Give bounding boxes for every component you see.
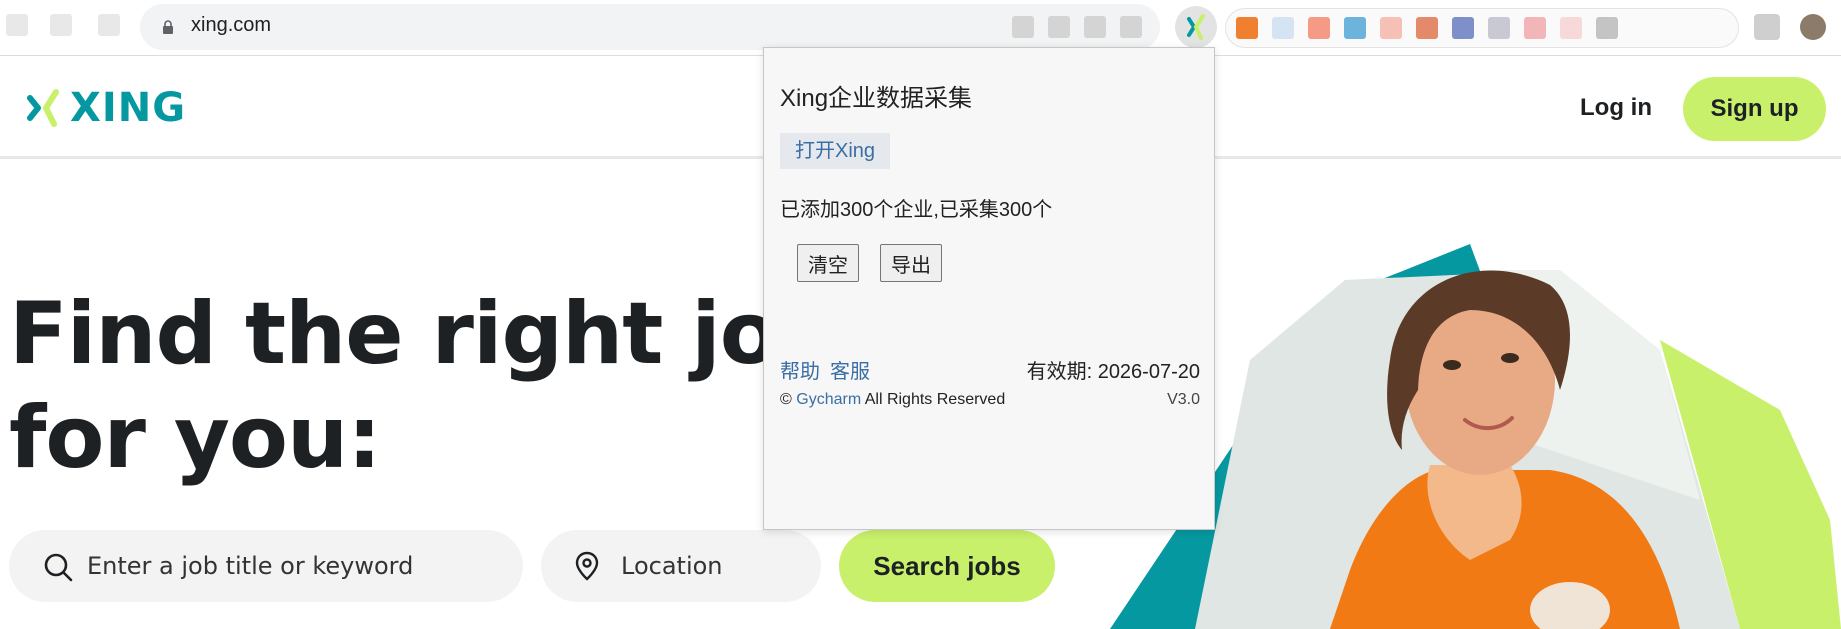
address-bar[interactable]: xing.com: [140, 4, 1160, 50]
extension-icon[interactable]: [1380, 17, 1402, 39]
brand-link[interactable]: Gycharm: [796, 391, 861, 408]
expiry-date: 有效期: 2026-07-20: [1026, 361, 1200, 383]
extension-icon[interactable]: [1596, 17, 1618, 39]
customer-service-link[interactable]: 客服: [830, 355, 870, 384]
forward-button[interactable]: [50, 14, 72, 36]
copyright-line: © Gycharm All Rights Reserved: [780, 391, 1005, 409]
reload-button[interactable]: [98, 14, 120, 36]
login-link[interactable]: Log in: [1580, 94, 1652, 122]
job-search-field[interactable]: [9, 530, 523, 602]
clear-button[interactable]: 清空: [797, 244, 859, 282]
extension-icon[interactable]: [1236, 17, 1258, 39]
xing-logo-icon: [27, 89, 59, 127]
omnibox-action-icon[interactable]: [1048, 16, 1070, 38]
location-input[interactable]: [621, 550, 801, 582]
extension-icon[interactable]: [1452, 17, 1474, 39]
back-button[interactable]: [6, 14, 28, 36]
help-link[interactable]: 帮助: [780, 355, 820, 384]
logo-text: XING: [70, 85, 187, 131]
extension-popup: Xing企业数据采集 打开Xing 已添加300个企业,已采集300个 清空 导…: [763, 47, 1215, 530]
copyright-symbol: ©: [780, 391, 792, 408]
extension-icon[interactable]: [1272, 17, 1294, 39]
url-text[interactable]: xing.com: [191, 14, 271, 37]
xing-logo[interactable]: XING: [26, 85, 187, 131]
rights-text: All Rights Reserved: [864, 391, 1006, 408]
xing-extension-icon: [1187, 14, 1205, 40]
location-field[interactable]: [541, 530, 821, 602]
location-pin-icon: [575, 551, 599, 581]
omnibox-actions: [1012, 16, 1142, 38]
extension-icon[interactable]: [1308, 17, 1330, 39]
extension-icon[interactable]: [1344, 17, 1366, 39]
extension-icon[interactable]: [1488, 17, 1510, 39]
open-xing-button[interactable]: 打开Xing: [780, 133, 891, 169]
export-button[interactable]: 导出: [880, 244, 942, 282]
collection-status: 已添加300个企业,已采集300个: [780, 199, 1053, 221]
search-icon: [44, 553, 73, 582]
job-search-input[interactable]: [87, 550, 507, 582]
search-jobs-button[interactable]: Search jobs: [839, 530, 1055, 602]
version-label: V3.0: [1167, 391, 1200, 408]
omnibox-action-icon[interactable]: [1120, 16, 1142, 38]
xing-extension-button[interactable]: [1175, 6, 1217, 48]
extensions-bar: [1225, 8, 1739, 48]
omnibox-action-icon[interactable]: [1084, 16, 1106, 38]
extensions-menu-icon[interactable]: [1754, 14, 1780, 40]
extension-icon[interactable]: [1524, 17, 1546, 39]
hero-title-line: Find the right job: [9, 284, 839, 384]
extension-icon[interactable]: [1560, 17, 1582, 39]
lock-icon[interactable]: [162, 20, 174, 34]
popup-title: Xing企业数据采集: [780, 85, 973, 112]
signup-button[interactable]: Sign up: [1683, 77, 1826, 141]
hero-title: Find the right job for you:: [9, 282, 839, 490]
omnibox-action-icon[interactable]: [1012, 16, 1034, 38]
extension-icon[interactable]: [1416, 17, 1438, 39]
hero-title-line: for you:: [9, 388, 382, 488]
profile-avatar[interactable]: [1800, 14, 1826, 40]
